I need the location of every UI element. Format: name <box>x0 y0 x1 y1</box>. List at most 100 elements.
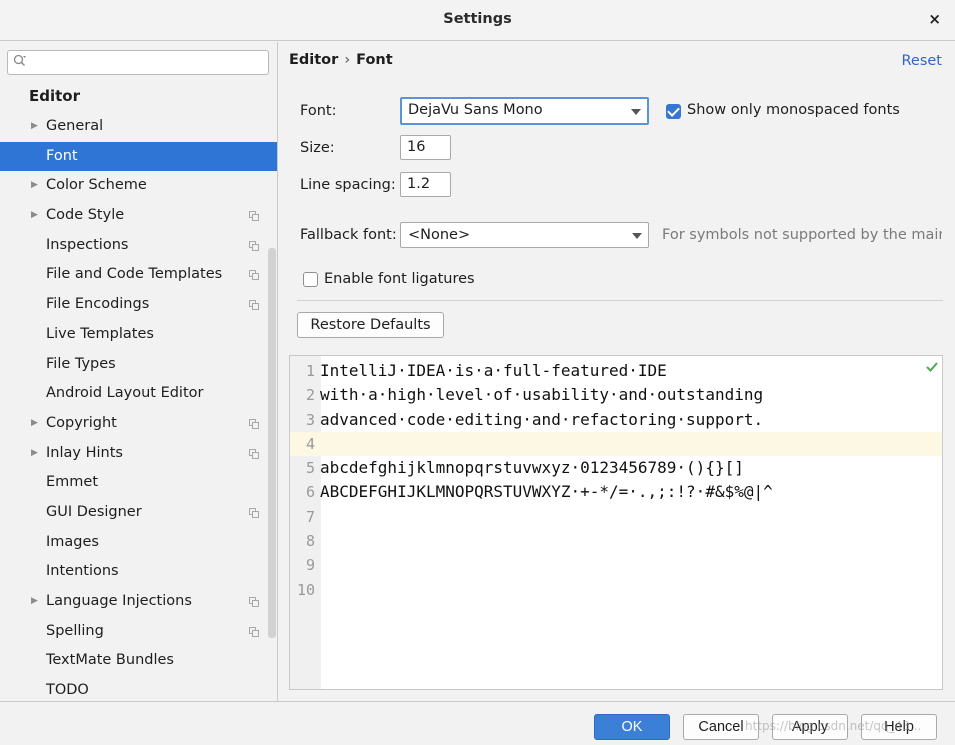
sidebar-item-language-injections[interactable]: ▶ Language Injections <box>0 587 277 617</box>
preview-line: 4 <box>290 431 942 457</box>
line-spacing-input[interactable]: 1.2 <box>400 172 451 197</box>
line-text: IntelliJ·IDEA·is·a·full-featured·IDE <box>320 361 667 380</box>
size-label: Size: <box>300 140 335 156</box>
sidebar-item-file-and-code-templates[interactable]: File and Code Templates <box>0 260 277 290</box>
sidebar-item-label: Intentions <box>46 563 119 580</box>
sidebar-item-label: GUI Designer <box>46 503 142 520</box>
sidebar-item-todo[interactable]: TODO <box>0 676 277 701</box>
sidebar-item-font[interactable]: Font <box>0 141 277 172</box>
sidebar-item-color-scheme[interactable]: ▶ Color Scheme <box>0 171 277 201</box>
sidebar-item-label: Inspections <box>46 236 129 253</box>
sidebar-item-label: Language Injections <box>46 593 192 609</box>
line-text: with·a·high·level·of·usability·and·outst… <box>320 385 764 405</box>
sidebar-item-file-encodings[interactable]: File Encodings <box>0 290 277 320</box>
title-bar: Settings × <box>0 0 955 41</box>
sidebar-item-label: Color Scheme <box>46 177 147 194</box>
sidebar-section-editor[interactable]: Editor <box>29 87 80 105</box>
line-text: ABCDEFGHIJKLMNOPQRSTUVWXYZ·+-*/=·.,;:!?·… <box>320 482 773 502</box>
chevron-right-icon[interactable]: ▶ <box>31 171 38 201</box>
preview-line: 1 IntelliJ·IDEA·is·a·full-featured·IDE <box>290 359 942 383</box>
sidebar-item-label: General <box>46 118 104 134</box>
restore-defaults-button[interactable]: Restore Defaults <box>297 312 444 338</box>
sidebar-item-label: Images <box>46 533 99 550</box>
sidebar-item-textmate-bundles[interactable]: TextMate Bundles <box>0 646 277 676</box>
sidebar-item-copyright[interactable]: ▶ Copyright <box>0 409 277 439</box>
chevron-right-icon[interactable]: ▶ <box>31 587 38 617</box>
sidebar-item-label: File and Code Templates <box>46 266 223 283</box>
line-number: 8 <box>305 532 315 551</box>
project-scope-icon <box>249 626 259 637</box>
preview-line: 9 <box>290 553 942 577</box>
sidebar-item-label: TextMate Bundles <box>46 652 174 669</box>
sidebar-scrollbar[interactable] <box>268 248 276 638</box>
font-label: Font: <box>300 103 337 119</box>
chevron-right-icon[interactable]: ▶ <box>31 409 38 439</box>
sidebar-list: ▶ General Font ▶ Color Scheme ▶ Code Style Insp… <box>0 112 277 701</box>
divider <box>297 300 943 301</box>
font-preview-editor[interactable]: 1 IntelliJ·IDEA·is·a·full-featured·IDE 2 wi… <box>289 355 943 690</box>
sidebar-item-images[interactable]: Images <box>0 528 277 558</box>
sidebar-item-inlay-hints[interactable]: ▶ Inlay Hints <box>0 439 277 469</box>
fallback-font-label: Fallback font: <box>300 227 397 243</box>
search-input[interactable] <box>34 53 264 72</box>
size-input[interactable]: 16 <box>400 135 451 160</box>
line-number: 5 <box>305 459 315 478</box>
line-number: 3 <box>305 410 315 429</box>
inspection-ok-icon[interactable] <box>925 360 939 374</box>
chevron-right-icon[interactable]: ▶ <box>31 201 38 231</box>
preview-line: 7 <box>290 505 942 529</box>
sidebar-item-spelling[interactable]: Spelling <box>0 617 277 647</box>
chevron-down-icon <box>631 109 641 115</box>
chevron-right-icon[interactable]: ▶ <box>31 112 38 142</box>
mono-only-checkbox[interactable] <box>666 104 681 119</box>
reset-link[interactable]: Reset <box>901 53 942 69</box>
line-text: advanced·code·editing·and·refactoring·su… <box>320 409 764 429</box>
mono-only-label[interactable]: Show only monospaced fonts <box>687 102 900 118</box>
sidebar-item-android-layout-editor[interactable]: Android Layout Editor <box>0 379 277 409</box>
ligatures-checkbox[interactable] <box>303 272 318 287</box>
sidebar-item-inspections[interactable]: Inspections <box>0 231 277 261</box>
line-number: 9 <box>305 556 315 575</box>
project-scope-icon <box>249 448 259 459</box>
breadcrumb-separator: › <box>344 52 351 68</box>
sidebar-item-intentions[interactable]: Intentions <box>0 557 277 587</box>
fallback-hint: For symbols not supported by the main f <box>662 227 942 243</box>
project-scope-icon <box>249 211 259 222</box>
sidebar-item-code-style[interactable]: ▶ Code Style <box>0 201 277 231</box>
project-scope-icon <box>249 240 259 251</box>
preview-line: 8 <box>290 529 942 553</box>
font-select[interactable]: DejaVu Sans Mono <box>400 97 649 125</box>
sidebar-item-emmet[interactable]: Emmet <box>0 468 277 498</box>
sidebar-item-label: File Types <box>46 355 116 372</box>
preview-line: 3 advanced·code·editing·and·refactoring·s… <box>290 408 942 432</box>
sidebar-item-label: Copyright <box>46 414 117 431</box>
breadcrumb-current: Font <box>356 52 393 68</box>
preview-line: 6 ABCDEFGHIJKLMNOPQRSTUVWXYZ·+-*/=·.,;:!?… <box>290 480 942 504</box>
preview-line: 5 abcdefghijklmnopqrstuvwxyz·0123456789·(… <box>290 456 942 480</box>
line-number: 4 <box>305 434 315 453</box>
font-select-value: DejaVu Sans Mono <box>408 102 543 118</box>
close-icon[interactable]: × <box>928 10 941 28</box>
fallback-font-select[interactable]: <None> <box>400 222 649 248</box>
chevron-right-icon[interactable]: ▶ <box>31 439 38 469</box>
search-box[interactable] <box>7 50 269 75</box>
line-number: 1 <box>305 362 315 380</box>
preview-lines: 1 IntelliJ·IDEA·is·a·full-featured·IDE 2 wi… <box>290 359 942 602</box>
sidebar-item-label: Font <box>46 147 78 164</box>
sidebar-item-label: Emmet <box>46 474 99 491</box>
sidebar-item-live-templates[interactable]: Live Templates <box>0 320 277 350</box>
sidebar-item-label: Spelling <box>46 622 104 639</box>
project-scope-icon <box>249 270 259 281</box>
sidebar-item-label: Android Layout Editor <box>46 385 204 402</box>
line-number: 10 <box>296 580 315 599</box>
project-scope-icon <box>249 597 259 607</box>
sidebar-item-general[interactable]: ▶ General <box>0 112 277 142</box>
sidebar-item-gui-designer[interactable]: GUI Designer <box>0 498 277 528</box>
font-settings-panel: Editor › Font Reset Font: DejaVu Sans Mono… <box>279 42 955 701</box>
ok-button[interactable]: OK <box>594 714 670 740</box>
breadcrumb-parent: Editor <box>289 52 339 68</box>
line-spacing-label: Line spacing: <box>300 177 396 193</box>
line-number: 2 <box>305 386 315 405</box>
ligatures-label[interactable]: Enable font ligatures <box>324 271 475 287</box>
sidebar-item-file-types[interactable]: File Types <box>0 350 277 380</box>
